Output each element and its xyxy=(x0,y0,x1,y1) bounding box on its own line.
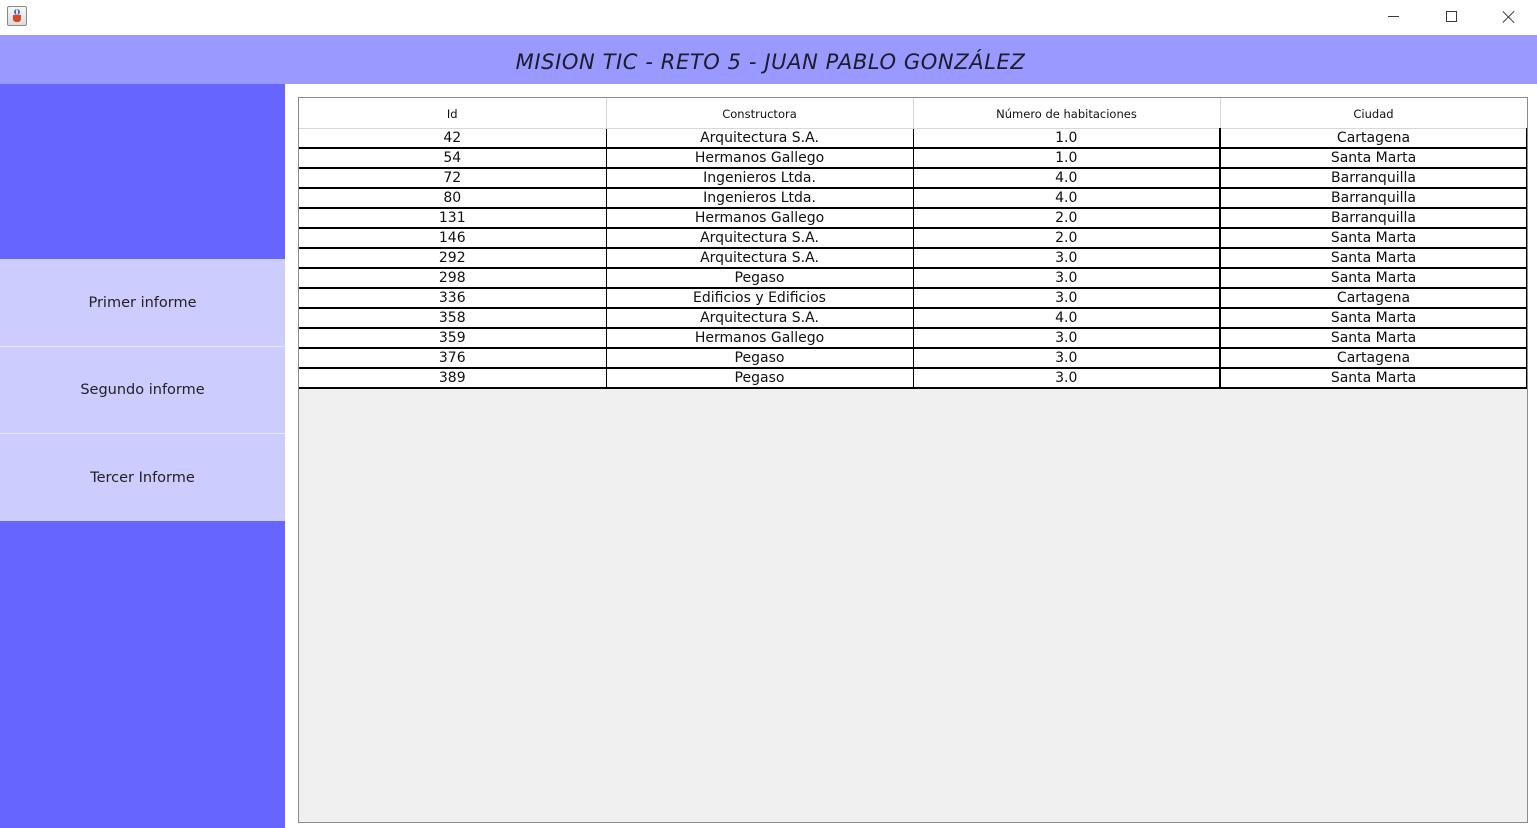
cell-habitaciones[interactable]: 3.0 xyxy=(913,288,1221,309)
page-title: MISION TIC - RETO 5 - JUAN PABLO GONZÁLE… xyxy=(515,49,1026,74)
cell-id[interactable]: 80 xyxy=(299,188,607,209)
table-row[interactable]: 298 Pegaso 3.0 Santa Marta xyxy=(299,268,1527,289)
column-header-ciudad[interactable]: Ciudad xyxy=(1220,98,1527,129)
cell-constructora[interactable]: Pegaso xyxy=(606,268,914,289)
cell-constructora[interactable]: Arquitectura S.A. xyxy=(606,128,914,149)
cell-ciudad[interactable]: Santa Marta xyxy=(1220,268,1527,289)
cell-constructora[interactable]: Arquitectura S.A. xyxy=(606,248,914,269)
cell-ciudad[interactable]: Santa Marta xyxy=(1220,368,1527,389)
cell-ciudad[interactable]: Santa Marta xyxy=(1220,328,1527,349)
cell-habitaciones[interactable]: 3.0 xyxy=(913,368,1221,389)
cell-habitaciones[interactable]: 3.0 xyxy=(913,348,1221,369)
tercer-informe-button[interactable]: Tercer Informe xyxy=(0,434,285,521)
cell-habitaciones[interactable]: 2.0 xyxy=(913,228,1221,249)
cell-constructora[interactable]: Pegaso xyxy=(606,368,914,389)
cell-id[interactable]: 131 xyxy=(299,208,607,229)
cell-habitaciones[interactable]: 1.0 xyxy=(913,128,1221,149)
cell-habitaciones[interactable]: 1.0 xyxy=(913,148,1221,169)
window-titlebar xyxy=(0,0,1537,35)
close-icon xyxy=(1502,10,1516,24)
cell-habitaciones[interactable]: 2.0 xyxy=(913,208,1221,229)
cell-ciudad[interactable]: Barranquilla xyxy=(1220,168,1527,189)
content-panel: Id Constructora Número de habitaciones C… xyxy=(285,84,1537,828)
table-body: 42 Arquitectura S.A. 1.0 Cartagena 54 Hermano… xyxy=(299,128,1527,389)
cell-ciudad[interactable]: Santa Marta xyxy=(1220,248,1527,269)
table-row[interactable]: 131 Hermanos Gallego 2.0 Barranquilla xyxy=(299,208,1527,229)
cell-ciudad[interactable]: Barranquilla xyxy=(1220,188,1527,209)
cell-constructora[interactable]: Arquitectura S.A. xyxy=(606,308,914,329)
table-row[interactable]: 42 Arquitectura S.A. 1.0 Cartagena xyxy=(299,128,1527,149)
table-row[interactable]: 376 Pegaso 3.0 Cartagena xyxy=(299,348,1527,369)
minimize-button[interactable] xyxy=(1364,0,1422,33)
cell-habitaciones[interactable]: 4.0 xyxy=(913,168,1221,189)
results-table: Id Constructora Número de habitaciones C… xyxy=(299,98,1527,389)
cell-habitaciones[interactable]: 3.0 xyxy=(913,248,1221,269)
cell-id[interactable]: 336 xyxy=(299,288,607,309)
table-row[interactable]: 54 Hermanos Gallego 1.0 Santa Marta xyxy=(299,148,1527,169)
column-header-habitaciones[interactable]: Número de habitaciones xyxy=(913,98,1221,129)
cell-id[interactable]: 42 xyxy=(299,128,607,149)
cell-ciudad[interactable]: Santa Marta xyxy=(1220,308,1527,329)
table-row[interactable]: 389 Pegaso 3.0 Santa Marta xyxy=(299,368,1527,389)
cell-ciudad[interactable]: Santa Marta xyxy=(1220,228,1527,249)
table-row[interactable]: 72 Ingenieros Ltda. 4.0 Barranquilla xyxy=(299,168,1527,189)
cell-id[interactable]: 146 xyxy=(299,228,607,249)
table-row[interactable]: 80 Ingenieros Ltda. 4.0 Barranquilla xyxy=(299,188,1527,209)
table-row[interactable]: 292 Arquitectura S.A. 3.0 Santa Marta xyxy=(299,248,1527,269)
cell-ciudad[interactable]: Cartagena xyxy=(1220,348,1527,369)
table-header-row: Id Constructora Número de habitaciones C… xyxy=(299,98,1527,129)
table-row[interactable]: 359 Hermanos Gallego 3.0 Santa Marta xyxy=(299,328,1527,349)
cell-ciudad[interactable]: Cartagena xyxy=(1220,288,1527,309)
cell-ciudad[interactable]: Cartagena xyxy=(1220,128,1527,149)
cell-id[interactable]: 54 xyxy=(299,148,607,169)
cell-habitaciones[interactable]: 4.0 xyxy=(913,188,1221,209)
cell-constructora[interactable]: Ingenieros Ltda. xyxy=(606,168,914,189)
cell-constructora[interactable]: Ingenieros Ltda. xyxy=(606,188,914,209)
cell-ciudad[interactable]: Barranquilla xyxy=(1220,208,1527,229)
table-row[interactable]: 358 Arquitectura S.A. 4.0 Santa Marta xyxy=(299,308,1527,329)
close-button[interactable] xyxy=(1480,0,1537,33)
maximize-icon xyxy=(1445,11,1457,22)
cell-habitaciones[interactable]: 4.0 xyxy=(913,308,1221,329)
cell-id[interactable]: 359 xyxy=(299,328,607,349)
cell-id[interactable]: 292 xyxy=(299,248,607,269)
cell-ciudad[interactable]: Santa Marta xyxy=(1220,148,1527,169)
cell-id[interactable]: 298 xyxy=(299,268,607,289)
table-scroll-pane[interactable]: Id Constructora Número de habitaciones C… xyxy=(298,97,1528,823)
cell-id[interactable]: 389 xyxy=(299,368,607,389)
column-header-constructora[interactable]: Constructora xyxy=(606,98,914,129)
java-cup-shape xyxy=(13,15,21,22)
cell-habitaciones[interactable]: 3.0 xyxy=(913,328,1221,349)
cell-id[interactable]: 72 xyxy=(299,168,607,189)
cell-constructora[interactable]: Edificios y Edificios xyxy=(606,288,914,309)
sidebar: Primer informe Segundo informe Tercer In… xyxy=(0,84,285,828)
header-banner: MISION TIC - RETO 5 - JUAN PABLO GONZÁLE… xyxy=(0,35,1537,84)
primer-informe-button[interactable]: Primer informe xyxy=(0,259,285,346)
cell-constructora[interactable]: Pegaso xyxy=(606,348,914,369)
cell-constructora[interactable]: Hermanos Gallego xyxy=(606,328,914,349)
cell-constructora[interactable]: Arquitectura S.A. xyxy=(606,228,914,249)
minimize-icon xyxy=(1387,16,1399,17)
cell-constructora[interactable]: Hermanos Gallego xyxy=(606,148,914,169)
column-header-id[interactable]: Id xyxy=(299,98,607,129)
java-cup-icon[interactable] xyxy=(7,6,27,26)
cell-id[interactable]: 376 xyxy=(299,348,607,369)
table-row[interactable]: 146 Arquitectura S.A. 2.0 Santa Marta xyxy=(299,228,1527,249)
cell-constructora[interactable]: Hermanos Gallego xyxy=(606,208,914,229)
cell-habitaciones[interactable]: 3.0 xyxy=(913,268,1221,289)
cell-id[interactable]: 358 xyxy=(299,308,607,329)
maximize-button[interactable] xyxy=(1422,0,1480,33)
segundo-informe-button[interactable]: Segundo informe xyxy=(0,347,285,433)
table-row[interactable]: 336 Edificios y Edificios 3.0 Cartagena xyxy=(299,288,1527,309)
